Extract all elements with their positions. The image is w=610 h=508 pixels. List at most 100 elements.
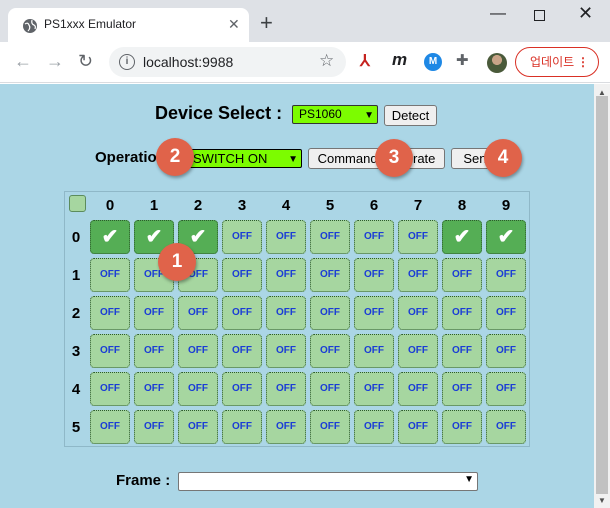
- channel-cell-off[interactable]: OFF: [398, 410, 438, 444]
- channel-cell-off[interactable]: OFF: [310, 258, 350, 292]
- channel-cell-off[interactable]: OFF: [90, 258, 130, 292]
- channel-cell-off[interactable]: OFF: [134, 372, 174, 406]
- blue-extension-icon[interactable]: M: [424, 53, 442, 71]
- channel-cell-on[interactable]: ✔: [442, 220, 482, 254]
- channel-cell-off[interactable]: OFF: [310, 334, 350, 368]
- channel-cell-off[interactable]: OFF: [266, 372, 306, 406]
- new-tab-button[interactable]: +: [260, 12, 273, 34]
- bookmark-star-icon[interactable]: ☆: [319, 51, 334, 71]
- channel-cell-on[interactable]: ✔: [90, 220, 130, 254]
- channel-cell-off[interactable]: OFF: [486, 296, 526, 330]
- channel-cell-off[interactable]: OFF: [134, 334, 174, 368]
- channel-cell-off[interactable]: OFF: [266, 410, 306, 444]
- channel-cell-off[interactable]: OFF: [354, 220, 394, 254]
- callout-badge-4: 4: [484, 139, 522, 177]
- address-bar[interactable]: i localhost:9988 ☆: [109, 47, 346, 77]
- channel-cell-off[interactable]: OFF: [486, 410, 526, 444]
- minimize-icon[interactable]: —: [490, 5, 506, 23]
- channel-cell-off[interactable]: OFF: [134, 410, 174, 444]
- channel-cell-off[interactable]: OFF: [222, 220, 262, 254]
- channel-cell-off[interactable]: OFF: [442, 258, 482, 292]
- channel-cell-off[interactable]: OFF: [310, 372, 350, 406]
- channel-cell-off[interactable]: OFF: [442, 296, 482, 330]
- channel-cell-off[interactable]: OFF: [354, 296, 394, 330]
- channel-cell-off[interactable]: OFF: [134, 296, 174, 330]
- channel-cell-off[interactable]: OFF: [398, 296, 438, 330]
- frame-select[interactable]: ▼: [178, 472, 478, 491]
- row-header[interactable]: 2: [66, 305, 86, 322]
- select-all-box[interactable]: [69, 195, 86, 212]
- channel-cell-off[interactable]: OFF: [310, 296, 350, 330]
- column-header[interactable]: 9: [496, 197, 516, 214]
- row-header[interactable]: 3: [66, 343, 86, 360]
- column-header[interactable]: 4: [276, 197, 296, 214]
- channel-cell-off[interactable]: OFF: [90, 334, 130, 368]
- channel-cell-off[interactable]: OFF: [310, 410, 350, 444]
- channel-cell-off[interactable]: OFF: [354, 258, 394, 292]
- update-button[interactable]: 업데이트 ⋮: [515, 47, 599, 77]
- column-header[interactable]: 0: [100, 197, 120, 214]
- channel-cell-off[interactable]: OFF: [90, 372, 130, 406]
- channel-cell-off[interactable]: OFF: [486, 258, 526, 292]
- pdf-extension-icon[interactable]: ⅄: [360, 51, 378, 70]
- channel-cell-off[interactable]: OFF: [442, 372, 482, 406]
- row-header[interactable]: 4: [66, 381, 86, 398]
- scroll-thumb[interactable]: [596, 96, 608, 494]
- channel-cell-off[interactable]: OFF: [266, 220, 306, 254]
- detect-button[interactable]: Detect: [384, 105, 437, 126]
- channel-cell-off[interactable]: OFF: [90, 296, 130, 330]
- profile-avatar[interactable]: [487, 53, 507, 73]
- channel-cell-off[interactable]: OFF: [266, 296, 306, 330]
- scroll-down-arrow-icon[interactable]: ▼: [598, 496, 606, 505]
- back-icon[interactable]: ←: [14, 51, 32, 72]
- row-header[interactable]: 1: [66, 267, 86, 284]
- channel-cell-off[interactable]: OFF: [178, 296, 218, 330]
- channel-cell-off[interactable]: OFF: [486, 372, 526, 406]
- close-tab-icon[interactable]: ✕: [228, 16, 240, 33]
- column-header[interactable]: 6: [364, 197, 384, 214]
- window-close-icon[interactable]: ✕: [578, 3, 593, 24]
- channel-cell-off[interactable]: OFF: [354, 372, 394, 406]
- channel-cell-on[interactable]: ✔: [486, 220, 526, 254]
- channel-cell-off[interactable]: OFF: [442, 410, 482, 444]
- url-text[interactable]: localhost:9988: [143, 54, 233, 70]
- channel-cell-off[interactable]: OFF: [222, 296, 262, 330]
- forward-icon[interactable]: →: [46, 51, 64, 72]
- column-header[interactable]: 8: [452, 197, 472, 214]
- channel-cell-off[interactable]: OFF: [398, 258, 438, 292]
- m-extension-icon[interactable]: m: [392, 50, 410, 69]
- channel-cell-off[interactable]: OFF: [222, 334, 262, 368]
- column-header[interactable]: 7: [408, 197, 428, 214]
- row-header[interactable]: 5: [66, 419, 86, 436]
- column-header[interactable]: 3: [232, 197, 252, 214]
- channel-cell-off[interactable]: OFF: [486, 334, 526, 368]
- channel-cell-off[interactable]: OFF: [442, 334, 482, 368]
- channel-cell-off[interactable]: OFF: [90, 410, 130, 444]
- channel-cell-off[interactable]: OFF: [398, 372, 438, 406]
- column-header[interactable]: 1: [144, 197, 164, 214]
- channel-cell-off[interactable]: OFF: [222, 258, 262, 292]
- channel-cell-off[interactable]: OFF: [178, 334, 218, 368]
- column-header[interactable]: 2: [188, 197, 208, 214]
- column-header[interactable]: 5: [320, 197, 340, 214]
- channel-cell-off[interactable]: OFF: [222, 372, 262, 406]
- channel-cell-off[interactable]: OFF: [266, 334, 306, 368]
- device-select[interactable]: PS1060 ▼: [292, 105, 378, 124]
- row-header[interactable]: 0: [66, 229, 86, 246]
- reload-icon[interactable]: ↻: [78, 51, 93, 72]
- extensions-puzzle-icon[interactable]: ✚: [456, 51, 474, 69]
- browser-tab[interactable]: PS1xxx Emulator ✕: [8, 8, 249, 42]
- channel-cell-off[interactable]: OFF: [310, 220, 350, 254]
- channel-cell-off[interactable]: OFF: [398, 334, 438, 368]
- channel-cell-off[interactable]: OFF: [354, 334, 394, 368]
- info-icon[interactable]: i: [119, 54, 135, 70]
- vertical-scrollbar[interactable]: ▲ ▼: [594, 84, 610, 508]
- channel-cell-off[interactable]: OFF: [266, 258, 306, 292]
- maximize-icon[interactable]: [534, 10, 545, 21]
- channel-cell-off[interactable]: OFF: [354, 410, 394, 444]
- channel-cell-off[interactable]: OFF: [178, 410, 218, 444]
- operation-select[interactable]: SWITCH ON ▼: [188, 149, 302, 168]
- channel-cell-off[interactable]: OFF: [178, 372, 218, 406]
- channel-cell-off[interactable]: OFF: [398, 220, 438, 254]
- channel-cell-off[interactable]: OFF: [222, 410, 262, 444]
